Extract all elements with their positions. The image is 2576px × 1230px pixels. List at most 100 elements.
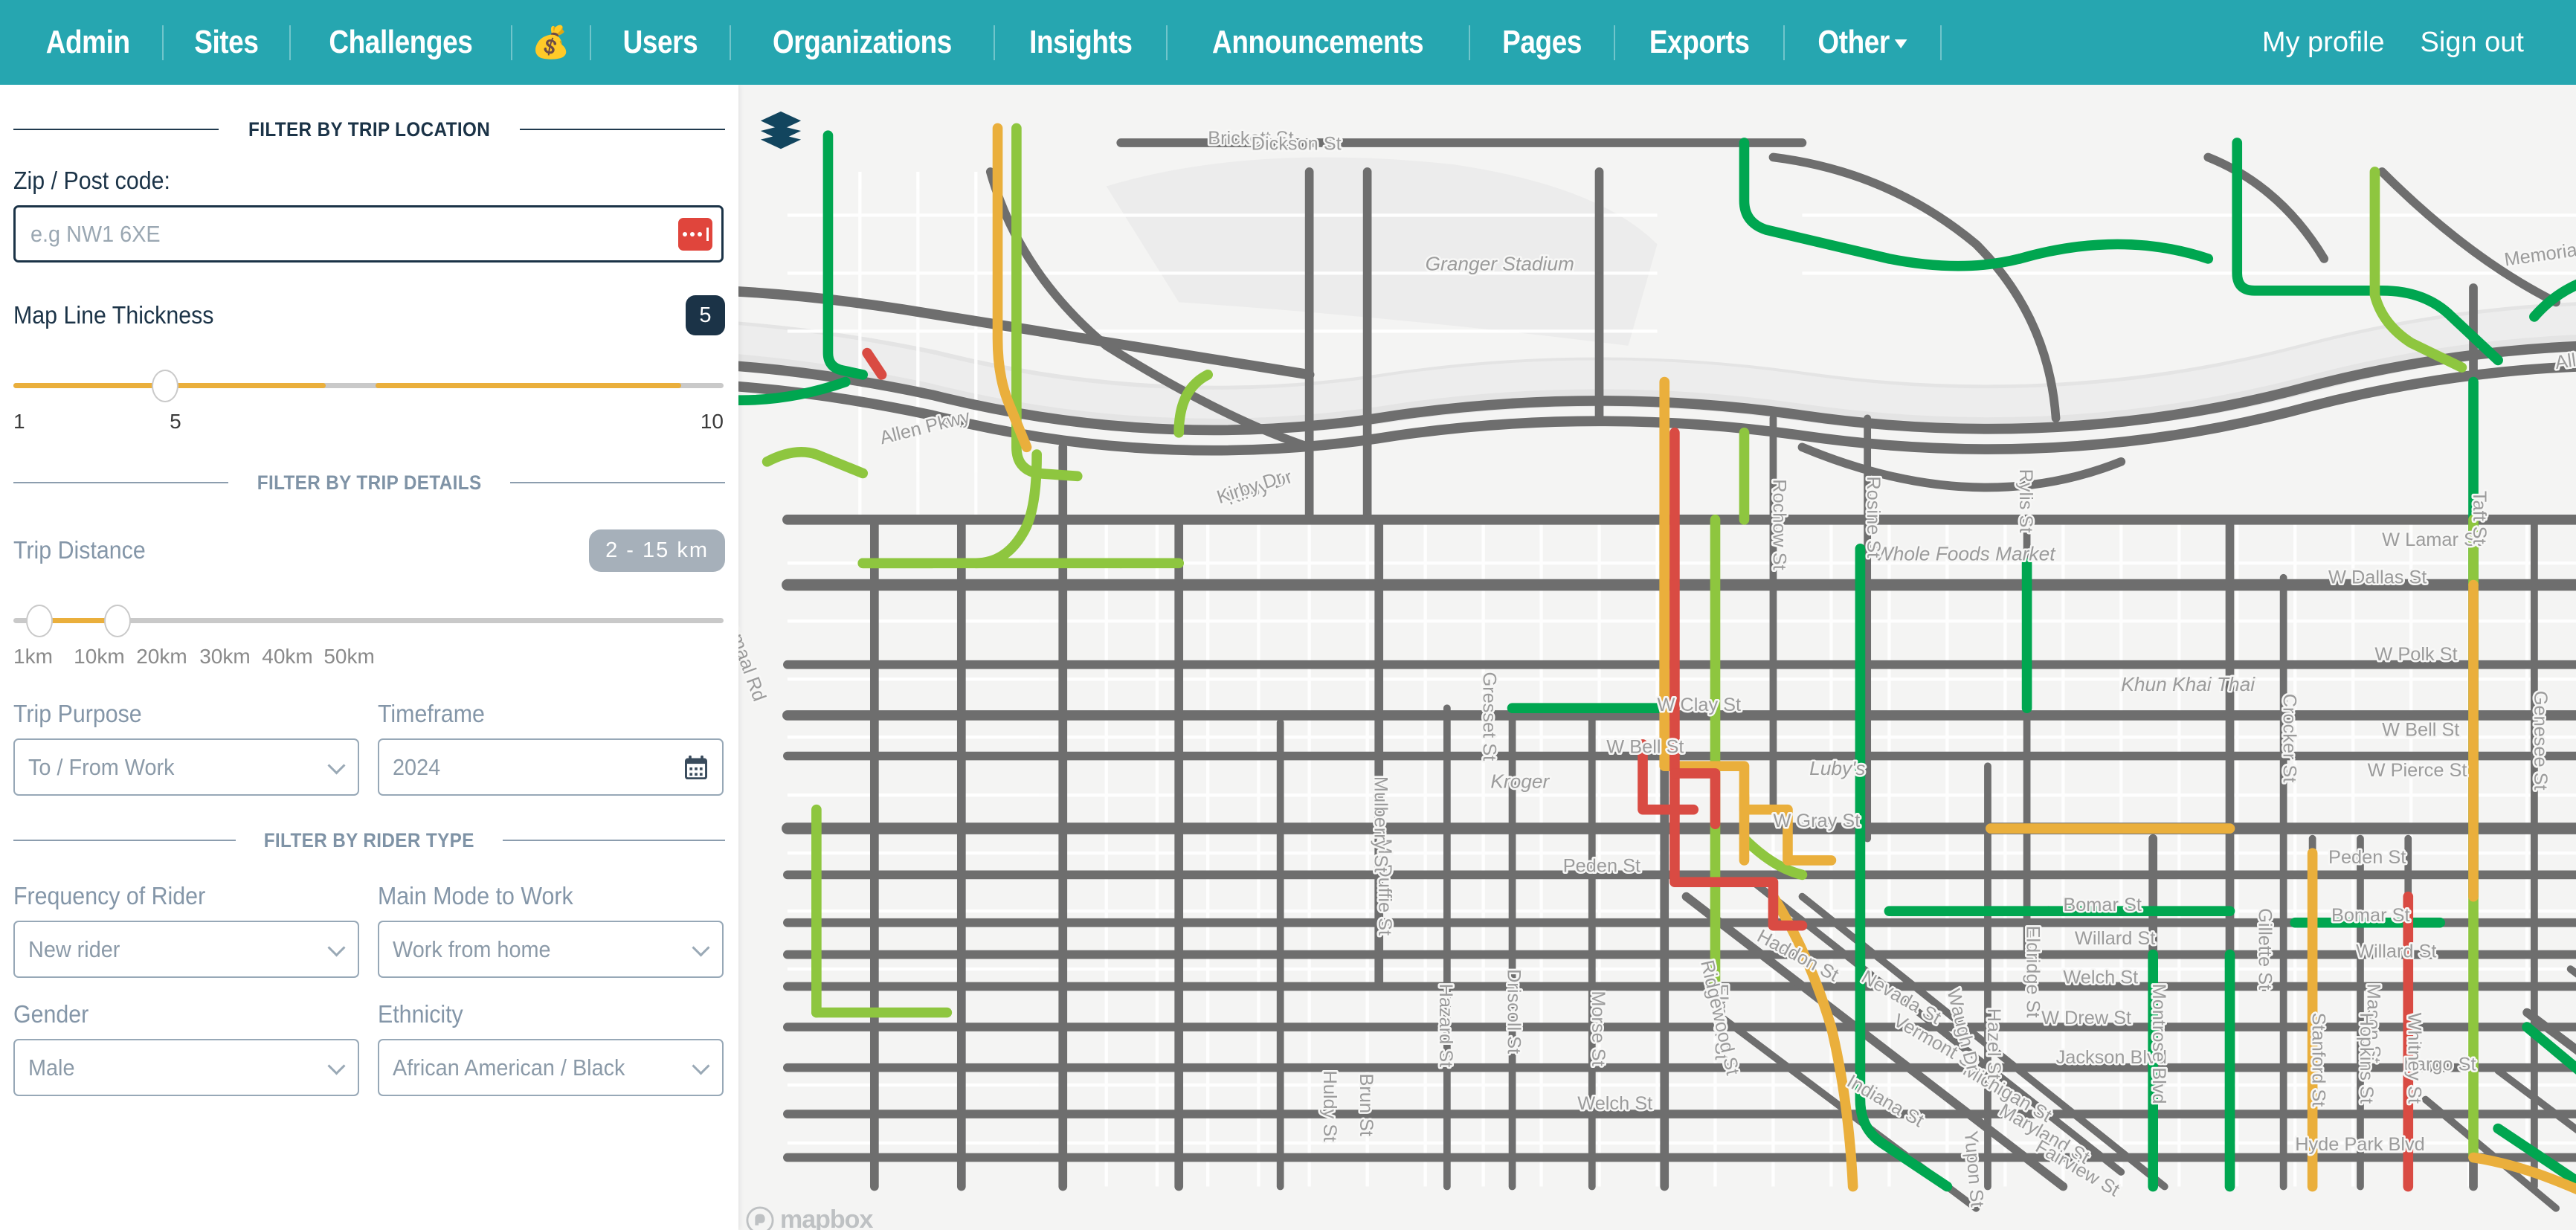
layers-icon <box>760 111 802 149</box>
divider-line <box>510 482 726 483</box>
nav-item-other-label: Other <box>1817 24 1890 60</box>
main-mode-to-work-select[interactable]: Work from home <box>378 921 724 978</box>
nav-item-users[interactable]: Users <box>602 0 718 85</box>
frequency-of-rider-select[interactable]: New rider <box>13 921 359 978</box>
nav-item-sites[interactable]: Sites <box>174 0 280 85</box>
map-label: Genesee St <box>2530 691 2551 791</box>
slider-fill-right <box>376 383 681 388</box>
map-label: Bomar St <box>2331 905 2410 926</box>
map-label: W Gray St <box>1773 811 1860 831</box>
map-label: Willard St <box>2075 928 2155 949</box>
chevron-down-icon <box>692 938 710 956</box>
zip-code-input[interactable] <box>30 220 660 248</box>
nav-divider <box>1783 25 1786 60</box>
trip-purpose-select[interactable]: To / From Work <box>13 738 359 796</box>
nav-item-organizations[interactable]: Organizations <box>752 0 972 85</box>
chevron-down-icon <box>327 1056 346 1075</box>
nav-item-insights[interactable]: Insights <box>1008 0 1153 85</box>
map-label: Whitney St <box>2403 1013 2424 1104</box>
dot-glyph <box>689 231 695 236</box>
nav-item-challenges[interactable]: Challenges <box>309 0 493 85</box>
nav-divider <box>1940 25 1942 60</box>
money-bag-icon[interactable]: 💰 <box>512 0 590 85</box>
map-label: Montrose Blvd <box>2148 984 2169 1104</box>
map-label: Driscoll St <box>1504 969 1524 1054</box>
timeframe-value: 2024 <box>393 753 441 780</box>
section-header-rider-type: FILTER BY RIDER TYPE <box>13 825 726 855</box>
map-label: Hyde Park Blvd <box>2295 1134 2425 1155</box>
calendar-icon <box>685 755 707 779</box>
app-root: Admin Sites Challenges 💰 Users Organizat… <box>0 0 2576 1230</box>
map-label: Brun St <box>1356 1073 1376 1136</box>
chevron-down-icon <box>692 1056 710 1075</box>
timeframe-input[interactable]: 2024 <box>378 738 724 796</box>
slider-thumb[interactable] <box>152 370 179 402</box>
trip-distance-slider[interactable] <box>13 600 724 640</box>
nav-account-links: My profile Sign out <box>2244 0 2576 85</box>
cursor-bar-glyph <box>706 227 709 241</box>
map-label: W Polk St <box>2374 644 2457 665</box>
trip-details-form: Trip Purpose To / From Work Timeframe 20… <box>13 677 725 796</box>
nav-divider <box>162 25 164 60</box>
scale-tick-20km: 20km <box>136 645 187 668</box>
timeframe-label: Timeframe <box>378 700 485 727</box>
frequency-of-rider-value: New rider <box>28 936 120 962</box>
map-label: Khun Khai Thai <box>2121 673 2255 695</box>
ethnicity-select[interactable]: African American / Black <box>378 1039 724 1096</box>
ethnicity-group: Ethnicity African American / Black <box>378 978 724 1096</box>
zip-code-field-wrapper[interactable] <box>13 205 724 263</box>
my-profile-link[interactable]: My profile <box>2244 0 2403 85</box>
map-label: Hazard St <box>1435 984 1456 1068</box>
gender-select[interactable]: Male <box>13 1039 359 1096</box>
nav-divider <box>1468 25 1470 60</box>
nav-divider <box>1613 25 1615 60</box>
zip-code-label: Zip / Post code: <box>13 167 170 194</box>
map-label: Rylis St <box>2015 469 2036 533</box>
divider-line <box>13 482 228 483</box>
nav-item-announcements[interactable]: Announcements <box>1192 0 1445 85</box>
nav-divider <box>729 25 731 60</box>
ethnicity-label: Ethnicity <box>378 1000 463 1028</box>
zip-code-submit-button[interactable] <box>678 217 712 251</box>
nav-item-other[interactable]: Other <box>1797 0 1928 85</box>
map-label: Eldridge St <box>2023 926 2044 1018</box>
sign-out-link[interactable]: Sign out <box>2403 0 2542 85</box>
map-label: Rosine St <box>1863 476 1884 558</box>
top-navbar: Admin Sites Challenges 💰 Users Organizat… <box>0 0 2576 85</box>
map-label: Morse St <box>1588 991 1609 1066</box>
map-label: Peden St <box>2328 847 2406 868</box>
map-label: W Clay St <box>1658 695 1742 715</box>
trip-purpose-label: Trip Purpose <box>13 700 142 727</box>
map-label: Huldy St <box>1319 1071 1340 1142</box>
divider-line <box>13 840 236 841</box>
trip-distance-scale: 1km 10km 20km 30km 40km 50km <box>13 645 724 673</box>
dot-glyph <box>682 231 687 236</box>
map-label: Gillette St <box>2254 908 2275 990</box>
map-layers-button[interactable] <box>758 107 804 153</box>
main-mode-to-work-label: Main Mode to Work <box>378 882 573 909</box>
nav-divider <box>590 25 592 60</box>
mapbox-attribution[interactable]: mapbox <box>746 1205 873 1230</box>
section-title-trip-details: FILTER BY TRIP DETAILS <box>257 471 482 494</box>
map-label: Hopkins St <box>2356 1013 2377 1104</box>
nav-item-pages[interactable]: Pages <box>1481 0 1602 85</box>
map-label: Peden St <box>1563 856 1640 877</box>
gender-group: Gender Male <box>13 978 359 1096</box>
nav-item-exports[interactable]: Exports <box>1629 0 1770 85</box>
map-label: Crocker St <box>2279 694 2300 783</box>
filters-sidebar: FILTER BY TRIP LOCATION Zip / Post code:… <box>0 85 738 1230</box>
timeframe-group: Timeframe 2024 <box>378 677 724 796</box>
scale-tick-max: 10 <box>700 410 724 433</box>
scale-tick-1km: 1km <box>13 645 53 668</box>
slider-thumb-low[interactable] <box>26 605 54 637</box>
map-line-thickness-scale: 1 5 10 <box>13 410 724 438</box>
map-line-thickness-header: Map Line Thickness 5 <box>13 295 725 335</box>
section-header-trip-details: FILTER BY TRIP DETAILS <box>13 468 726 498</box>
slider-thumb-high[interactable] <box>104 605 132 637</box>
scale-tick-min: 1 <box>13 410 25 433</box>
map-canvas[interactable]: Glenwood CemeteryGranger StadiumMemorial… <box>738 85 2576 1230</box>
nav-item-admin[interactable]: Admin <box>25 0 150 85</box>
dot-glyph <box>697 231 702 236</box>
map-line-thickness-slider[interactable] <box>13 365 724 405</box>
ethnicity-value: African American / Black <box>393 1054 625 1081</box>
